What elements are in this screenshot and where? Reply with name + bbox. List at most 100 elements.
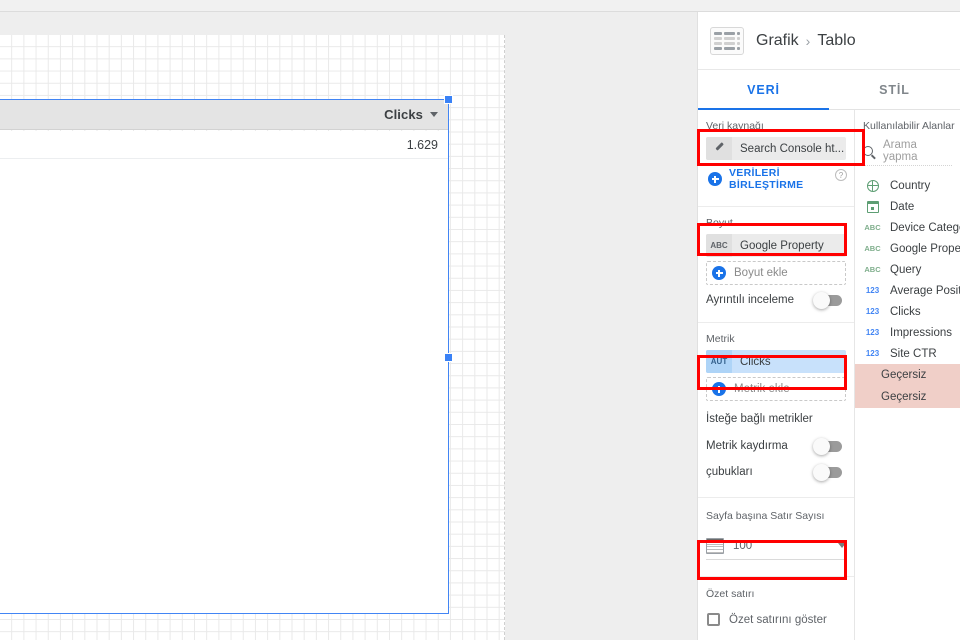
- data-source-section-label: Veri kaynağı: [706, 120, 764, 132]
- metric-chip-label: Clicks: [740, 355, 771, 368]
- field-label: Date: [890, 200, 915, 213]
- field-item-device-category[interactable]: ABC Device Categor: [855, 217, 960, 238]
- resize-handle-middle-right[interactable]: [444, 352, 453, 362]
- app-root: Clicks 1.629 Grafik › Tablo VERİ STİL Ve…: [0, 0, 960, 640]
- panel-header: Grafik › Tablo: [698, 12, 960, 70]
- metric-sliders-row-line1[interactable]: Metrik kaydırma: [698, 433, 854, 459]
- column-header-clicks[interactable]: Clicks: [384, 107, 423, 122]
- field-item-clicks[interactable]: 123 Clicks: [855, 301, 960, 322]
- metric-section-label: Metrik: [706, 333, 735, 345]
- breadcrumb: Grafik › Tablo: [756, 32, 856, 50]
- available-fields-title: Kullanılabilir Alanlar: [863, 120, 955, 132]
- metric-sliders-label-line1: Metrik kaydırma: [706, 440, 788, 452]
- breadcrumb-separator-icon: ›: [805, 32, 811, 49]
- rows-per-page-select[interactable]: 100: [706, 532, 846, 560]
- 123-icon: 123: [865, 307, 880, 316]
- metric-sliders-toggle[interactable]: [813, 437, 842, 455]
- metric-sliders-label-line2: çubukları: [706, 466, 753, 478]
- 123-icon: 123: [865, 349, 880, 358]
- report-canvas-area[interactable]: Clicks 1.629: [0, 12, 697, 640]
- drilldown-toggle[interactable]: [813, 291, 842, 309]
- table-chart-icon: [710, 26, 744, 55]
- add-dimension-button[interactable]: Boyut ekle: [706, 261, 846, 285]
- field-label: Geçersiz: [881, 369, 927, 381]
- breadcrumb-leaf[interactable]: Tablo: [817, 32, 855, 50]
- properties-panel: Grafik › Tablo VERİ STİL Veri kaynağı Se…: [697, 12, 960, 640]
- sort-descending-caret-icon[interactable]: [430, 112, 438, 117]
- field-item-impressions[interactable]: 123 Impressions: [855, 322, 960, 343]
- field-label: Geçersiz: [881, 391, 927, 403]
- report-page[interactable]: Clicks 1.629: [0, 35, 505, 640]
- blend-data-button[interactable]: VERİLERİ BİRLEŞTİRME ?: [698, 160, 854, 199]
- field-item-query[interactable]: ABC Query: [855, 259, 960, 280]
- tab-stil-label: STİL: [879, 82, 910, 97]
- table-cell-clicks-value: 1.629: [406, 137, 438, 152]
- top-strip: [0, 0, 960, 12]
- add-metric-label: Metrik ekle: [734, 383, 790, 395]
- fields-search-row[interactable]: Arama yapma: [863, 136, 952, 166]
- field-label: Average Positio: [890, 284, 960, 297]
- plus-circle-icon: [712, 266, 726, 280]
- chevron-down-icon[interactable]: [838, 543, 846, 548]
- field-item-country[interactable]: Country: [855, 175, 960, 196]
- metric-sliders-row-line2[interactable]: çubukları: [698, 459, 854, 485]
- field-item-average-position[interactable]: 123 Average Positio: [855, 280, 960, 301]
- abc-icon: ABC: [864, 265, 881, 274]
- metric-sliders-toggle-secondary[interactable]: [813, 463, 842, 481]
- field-item-invalid-2[interactable]: Geçersiz: [855, 386, 960, 408]
- table-widget-selected[interactable]: Clicks 1.629: [0, 95, 453, 614]
- resize-handle-top-right[interactable]: [444, 95, 453, 104]
- panel-tabs: VERİ STİL: [698, 70, 960, 110]
- rows-per-page-section-label: Sayfa başına Satır Sayısı: [706, 510, 825, 522]
- field-label: Impressions: [890, 326, 952, 339]
- dimension-section-label: Boyut: [706, 217, 733, 229]
- add-dimension-label: Boyut ekle: [734, 267, 788, 279]
- dimension-chip-google-property[interactable]: ABC Google Property: [706, 234, 846, 257]
- rows-icon: [706, 537, 724, 554]
- help-icon[interactable]: ?: [835, 169, 847, 181]
- config-column: Veri kaynağı Search Console ht... VERİLE…: [698, 110, 855, 640]
- fields-search-input[interactable]: Arama yapma: [883, 139, 952, 163]
- breadcrumb-root[interactable]: Grafik: [756, 32, 799, 50]
- field-item-google-property[interactable]: ABC Google Propert: [855, 238, 960, 259]
- plus-circle-icon: [708, 172, 722, 186]
- panel-columns: Veri kaynağı Search Console ht... VERİLE…: [698, 110, 960, 640]
- field-label: Clicks: [890, 305, 921, 318]
- field-item-date[interactable]: Date: [855, 196, 960, 217]
- table-body-empty: [0, 159, 448, 613]
- add-metric-button[interactable]: Metrik ekle: [706, 377, 846, 401]
- optional-metrics-row[interactable]: İsteğe bağlı metrikler: [698, 405, 854, 433]
- field-item-invalid-1[interactable]: Geçersiz: [855, 364, 960, 386]
- available-fields-column: Kullanılabilir Alanlar Arama yapma Count…: [855, 110, 960, 640]
- show-summary-row-checkbox-row[interactable]: Özet satırını göster: [698, 605, 854, 626]
- table-header-row: Clicks: [0, 100, 448, 130]
- field-label: Query: [890, 263, 922, 276]
- field-label: Country: [890, 179, 931, 192]
- tab-stil[interactable]: STİL: [829, 70, 960, 109]
- abc-type-icon: ABC: [706, 234, 732, 257]
- plus-circle-icon: [712, 382, 726, 396]
- summary-row-section-label: Özet satırı: [706, 588, 755, 600]
- rows-per-page-value: 100: [733, 539, 753, 552]
- calendar-icon: [864, 200, 881, 213]
- 123-icon: 123: [865, 328, 880, 337]
- 123-icon: 123: [865, 286, 880, 295]
- field-label: Device Categor: [890, 221, 960, 234]
- search-icon: [863, 145, 873, 156]
- drilldown-label: Ayrıntılı inceleme: [706, 294, 794, 306]
- tab-veri[interactable]: VERİ: [698, 70, 829, 110]
- abc-icon: ABC: [864, 244, 881, 253]
- data-source-chip-label: Search Console ht...: [740, 142, 845, 155]
- table-row: 1.629: [0, 131, 448, 159]
- data-source-chip[interactable]: Search Console ht...: [706, 137, 846, 160]
- show-summary-row-label: Özet satırını göster: [729, 613, 827, 626]
- show-summary-row-checkbox[interactable]: [707, 613, 720, 626]
- tab-veri-label: VERİ: [747, 82, 780, 97]
- field-label: Google Propert: [890, 242, 960, 255]
- globe-icon: [864, 179, 881, 192]
- drilldown-row[interactable]: Ayrıntılı inceleme: [698, 285, 854, 315]
- abc-icon: ABC: [864, 223, 881, 232]
- aut-type-icon: AUT: [706, 350, 732, 373]
- field-item-site-ctr[interactable]: 123 Site CTR: [855, 343, 960, 364]
- metric-chip-clicks[interactable]: AUT Clicks: [706, 350, 846, 373]
